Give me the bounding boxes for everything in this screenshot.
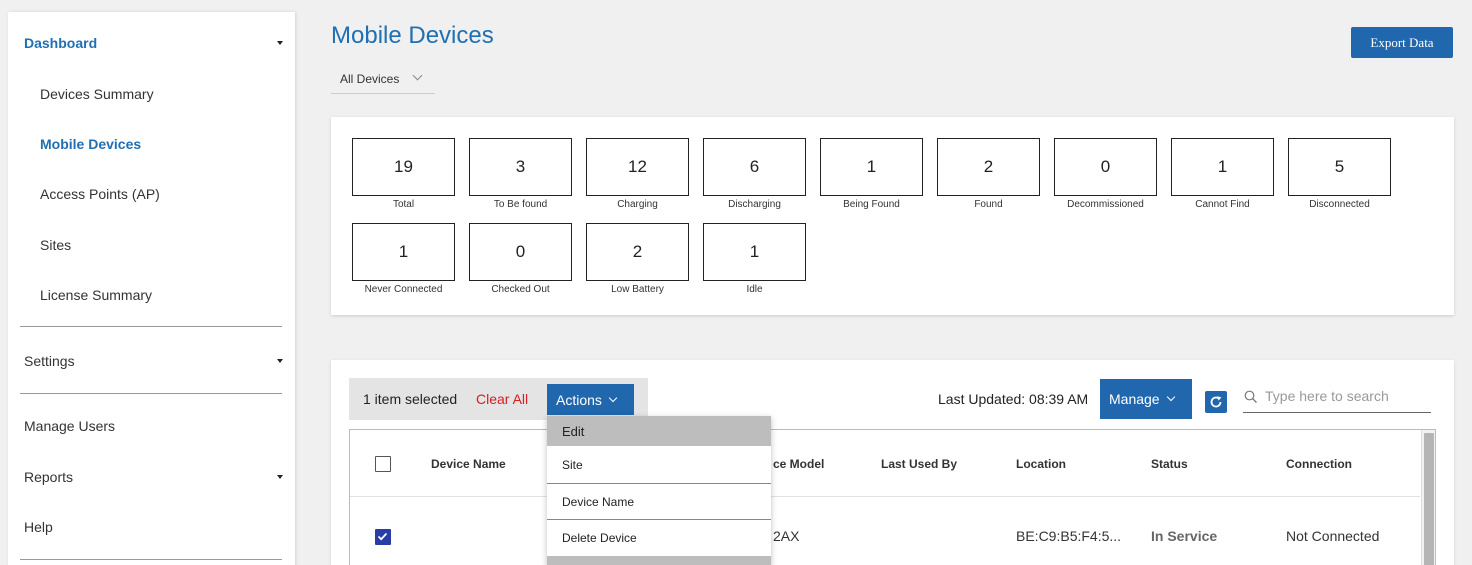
cell-connection: Not Connected	[1286, 528, 1380, 544]
cell-device-model: 2AX	[773, 528, 800, 544]
sidebar-item-dashboard[interactable]: Dashboard	[24, 35, 97, 51]
stat-value: 1	[352, 223, 455, 281]
stat-label: Never Connected	[364, 284, 443, 295]
actions-button[interactable]: Actions	[547, 384, 634, 415]
stat-value: 5	[1288, 138, 1391, 196]
cell-status: In Service	[1151, 528, 1218, 544]
sidebar-item-devices-summary[interactable]: Devices Summary	[40, 86, 154, 102]
column-header-last-used-by[interactable]: Last Used By	[881, 457, 957, 471]
reports-caret-icon[interactable]	[277, 475, 283, 479]
search-input[interactable]	[1265, 388, 1429, 404]
dashboard-caret-icon[interactable]	[277, 41, 283, 45]
stat-value: 3	[469, 138, 572, 196]
search-icon	[1244, 390, 1257, 403]
sidebar: Dashboard Devices Summary Mobile Devices…	[8, 12, 295, 565]
sidebar-divider	[20, 559, 282, 560]
menu-item-device-name[interactable]: Device Name	[547, 484, 771, 519]
stat-label: Checked Out	[491, 284, 550, 295]
devices-table: Device Name ce Model Last Used By Locati…	[349, 429, 1436, 565]
stat-card[interactable]: 3 To Be found	[469, 138, 572, 210]
actions-dropdown-menu: Edit Site Device Name Delete Device	[547, 416, 771, 565]
stat-card[interactable]: 6 Discharging	[703, 138, 806, 210]
table-scrollbar[interactable]	[1421, 430, 1435, 565]
menu-item-site[interactable]: Site	[547, 446, 771, 483]
device-stats-panel: 19 Total 3 To Be found 12 Charging 6 Dischar…	[331, 117, 1454, 315]
sidebar-item-access-points[interactable]: Access Points (AP)	[40, 186, 160, 202]
row-checkbox[interactable]	[375, 529, 391, 545]
sidebar-item-sites[interactable]: Sites	[40, 237, 71, 253]
device-filter-select[interactable]: All Devices	[331, 64, 435, 94]
manage-button[interactable]: Manage	[1100, 379, 1192, 419]
sidebar-divider	[20, 326, 282, 327]
scrollbar-thumb[interactable]	[1424, 433, 1434, 565]
stat-card[interactable]: 19 Total	[352, 138, 455, 210]
stat-value: 2	[937, 138, 1040, 196]
stat-value: 0	[469, 223, 572, 281]
sidebar-item-settings[interactable]: Settings	[24, 353, 75, 369]
refresh-icon	[1210, 396, 1222, 408]
page-title: Mobile Devices	[331, 22, 494, 49]
column-header-status[interactable]: Status	[1151, 457, 1188, 471]
device-filter-value: All Devices	[340, 71, 400, 86]
stat-card[interactable]: 5 Disconnected	[1288, 138, 1391, 210]
menu-item-delete-device[interactable]: Delete Device	[547, 520, 771, 556]
sidebar-item-manage-users[interactable]: Manage Users	[24, 418, 115, 434]
column-header-device-model[interactable]: ce Model	[773, 457, 824, 471]
sidebar-divider	[20, 393, 282, 394]
stat-card[interactable]: 1 Being Found	[820, 138, 923, 210]
search-box	[1243, 386, 1431, 413]
stat-label: To Be found	[493, 199, 548, 210]
stat-value: 1	[1171, 138, 1274, 196]
stat-card[interactable]: 1 Never Connected	[352, 223, 455, 295]
chevron-down-icon	[412, 70, 423, 81]
stat-card[interactable]: 1 Cannot Find	[1171, 138, 1274, 210]
stat-label: Found	[974, 199, 1003, 210]
select-all-checkbox[interactable]	[375, 456, 391, 472]
stat-label: Being Found	[843, 199, 900, 210]
menu-next-item[interactable]	[547, 556, 771, 565]
actions-label: Actions	[556, 391, 602, 408]
selected-count: 1 item selected	[363, 391, 458, 407]
stat-label: Charging	[617, 199, 658, 210]
stat-card[interactable]: 12 Charging	[586, 138, 689, 210]
stat-value: 0	[1054, 138, 1157, 196]
refresh-button[interactable]	[1205, 391, 1227, 413]
stat-value: 1	[820, 138, 923, 196]
checkmark-icon	[377, 532, 388, 541]
stat-card[interactable]: 2 Found	[937, 138, 1040, 210]
header-divider	[350, 496, 1420, 497]
column-header-location[interactable]: Location	[1016, 457, 1066, 471]
sidebar-item-reports[interactable]: Reports	[24, 469, 73, 485]
stat-label: Decommissioned	[1067, 199, 1144, 210]
stat-card[interactable]: 0 Checked Out	[469, 223, 572, 295]
manage-label: Manage	[1109, 391, 1160, 407]
stat-label: Idle	[746, 284, 763, 295]
stat-label: Cannot Find	[1195, 199, 1250, 210]
stat-value: 2	[586, 223, 689, 281]
chevron-down-icon	[608, 393, 618, 402]
stat-value: 6	[703, 138, 806, 196]
stat-label: Disconnected	[1309, 199, 1370, 210]
stat-label: Total	[392, 199, 415, 210]
sidebar-item-mobile-devices[interactable]: Mobile Devices	[40, 136, 141, 152]
menu-item-edit[interactable]: Edit	[547, 416, 771, 446]
stat-label: Discharging	[728, 199, 781, 210]
clear-all-link[interactable]: Clear All	[476, 391, 528, 407]
sidebar-item-license-summary[interactable]: License Summary	[40, 287, 152, 303]
stat-card[interactable]: 2 Low Battery	[586, 223, 689, 295]
stat-value: 12	[586, 138, 689, 196]
column-header-device-name[interactable]: Device Name	[431, 457, 506, 471]
stat-card[interactable]: 0 Decommissioned	[1054, 138, 1157, 210]
export-data-button[interactable]: Export Data	[1351, 27, 1453, 58]
settings-caret-icon[interactable]	[277, 359, 283, 363]
stat-value: 19	[352, 138, 455, 196]
stat-card[interactable]: 1 Idle	[703, 223, 806, 295]
column-header-connection[interactable]: Connection	[1286, 457, 1352, 471]
stat-value: 1	[703, 223, 806, 281]
sidebar-item-help[interactable]: Help	[24, 519, 53, 535]
cell-location: BE:C9:B5:F4:5...	[1016, 528, 1122, 544]
last-updated-text: Last Updated: 08:39 AM	[938, 391, 1089, 407]
stat-label: Low Battery	[611, 284, 664, 295]
chevron-down-icon	[1166, 392, 1175, 402]
